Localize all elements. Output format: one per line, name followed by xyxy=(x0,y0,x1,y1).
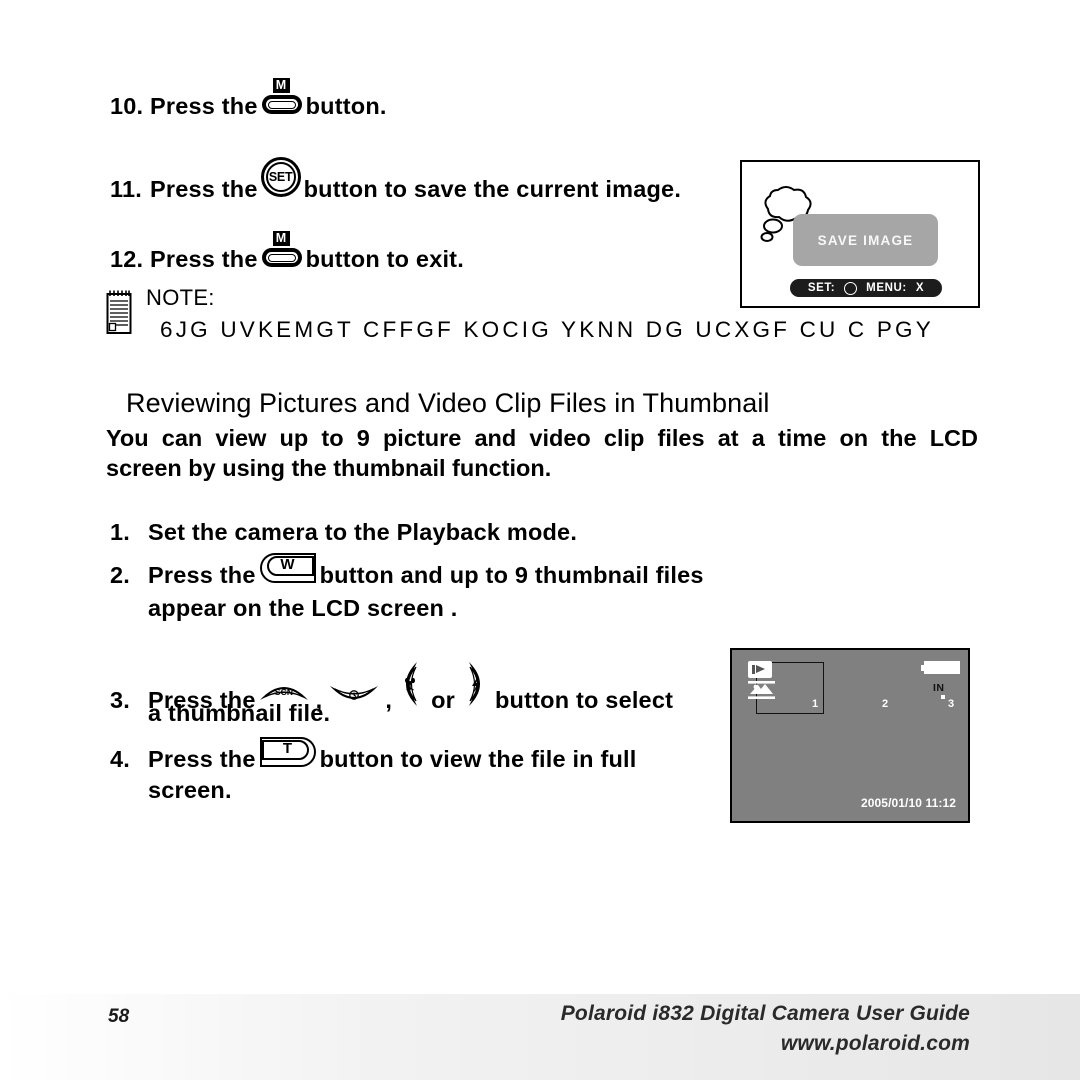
footer-url[interactable]: www.polaroid.com xyxy=(781,1032,970,1056)
playback-icon-bar xyxy=(752,665,755,674)
step-10-number: 10. xyxy=(110,93,144,119)
step-4-text-before: Press the xyxy=(148,746,256,772)
zoom-in-button-icon[interactable]: T xyxy=(259,737,316,767)
thumbnail-number-3: 3 xyxy=(948,698,955,710)
flash-button-icon[interactable] xyxy=(463,660,489,708)
notepad-icon xyxy=(106,290,132,334)
set-menu-bar: SET: MENU: X xyxy=(790,279,942,297)
set-button-label: SET xyxy=(268,170,293,184)
battery-icon xyxy=(921,661,960,674)
step-2-text-line2: appear on the LCD screen . xyxy=(148,595,458,621)
mode-button-label: M xyxy=(272,231,290,246)
step-12-number: 12. xyxy=(110,246,144,272)
step-2-text-before: Press the xyxy=(148,562,256,588)
step-1-text: Set the camera to the Playback mode. xyxy=(148,519,578,545)
save-image-dialog: SAVE IMAGE xyxy=(793,214,938,266)
mode-button-icon[interactable]: M xyxy=(261,78,302,114)
step-3-separator-2: , xyxy=(385,687,393,713)
step-12: 12. Press the M button to exit. xyxy=(110,231,464,273)
circle-icon xyxy=(844,281,858,295)
section-intro: You can view up to 9 picture and video c… xyxy=(106,423,978,483)
internal-memory-dot-icon xyxy=(941,695,945,699)
step-3-number: 3. xyxy=(110,687,130,713)
step-11-number: 11. xyxy=(110,176,142,202)
mode-button-label: M xyxy=(272,78,290,93)
playback-mode-icon xyxy=(748,661,772,678)
step-12-text-after: button to exit. xyxy=(305,246,464,272)
step-11-text-before: Press the xyxy=(150,176,258,202)
date-stamp: 2005/01/10 11:12 xyxy=(860,796,956,810)
section-intro-line2: screen by using the thumbnail function. xyxy=(106,455,552,481)
step-2-line2: appear on the LCD screen . xyxy=(148,595,457,622)
section-intro-line1: You can view up to 9 picture and video c… xyxy=(106,425,978,451)
set-bar-menu-label: MENU: xyxy=(866,282,907,294)
step-4-number: 4. xyxy=(110,746,130,772)
self-timer-button-icon[interactable] xyxy=(328,678,380,708)
zoom-out-button-icon[interactable]: W xyxy=(259,553,316,583)
section-heading: Reviewing Pictures and Video Clip Files … xyxy=(126,388,770,418)
set-button-icon[interactable]: SET xyxy=(260,157,301,197)
thumbnail-number-2: 2 xyxy=(882,698,889,710)
video-clip-icon xyxy=(748,681,775,699)
lcd-thumbnail-inner: 1 2 3 IN 2005/01/10 11:12 xyxy=(736,654,964,817)
internal-memory-label: IN xyxy=(933,682,945,694)
macro-button-icon[interactable] xyxy=(397,660,423,708)
mode-button-icon[interactable]: M xyxy=(261,231,302,267)
thumbnail-number-1: 1 xyxy=(812,698,819,710)
step-10: 10. Press the M button. xyxy=(110,78,387,120)
step-11: 11. Press the SET button to save the cur… xyxy=(110,157,681,203)
mode-button-oval xyxy=(261,95,302,114)
step-11-text-after: button to save the current image. xyxy=(303,176,682,202)
lcd-save-image-screen: SAVE IMAGE SET: MENU: X xyxy=(740,160,980,308)
step-4-line2: screen. xyxy=(148,777,232,804)
save-image-dialog-text: SAVE IMAGE xyxy=(817,232,914,248)
footer-title: Polaroid i832 Digital Camera User Guide xyxy=(560,1002,970,1025)
mode-button-oval xyxy=(261,248,302,267)
step-4: 4. Press the T button to view the file i… xyxy=(110,737,637,773)
set-bar-menu-value: X xyxy=(915,282,925,294)
zoom-out-button-label: W xyxy=(280,555,295,573)
note-label: NOTE: xyxy=(146,285,215,310)
set-bar-set-label: SET: xyxy=(807,282,836,294)
lcd-thumbnail-screen: 1 2 3 IN 2005/01/10 11:12 xyxy=(730,648,970,823)
step-12-text-before: Press the xyxy=(150,246,258,272)
zoom-in-button-label: T xyxy=(282,739,293,757)
note-text: 6JG UVKEMGT CFFGF KOCIG YKNN DG UCXGF CU… xyxy=(160,317,934,342)
page-number: 58 xyxy=(108,1006,130,1027)
step-2-text-after: button and up to 9 thumbnail files xyxy=(319,562,704,588)
step-4-text-line2: screen. xyxy=(148,777,232,803)
step-3-text-after: button to select xyxy=(494,687,674,713)
step-10-text-before: Press the xyxy=(150,93,258,119)
svg-text:SCN: SCN xyxy=(274,687,293,697)
step-2: 2. Press the W button and up to 9 thumbn… xyxy=(110,553,704,589)
step-3-text-line2: a thumbnail file. xyxy=(148,700,331,726)
step-2-number: 2. xyxy=(110,562,130,588)
step-1: 1. Set the camera to the Playback mode. xyxy=(110,519,577,546)
step-3-line2: a thumbnail file. xyxy=(148,700,330,727)
step-1-number: 1. xyxy=(110,519,130,545)
step-3-separator-3: or xyxy=(431,687,455,713)
step-10-text-after: button. xyxy=(305,93,387,119)
page-footer: 58 Polaroid i832 Digital Camera User Gui… xyxy=(0,994,1080,1080)
step-4-text-after: button to view the file in full xyxy=(319,746,637,772)
